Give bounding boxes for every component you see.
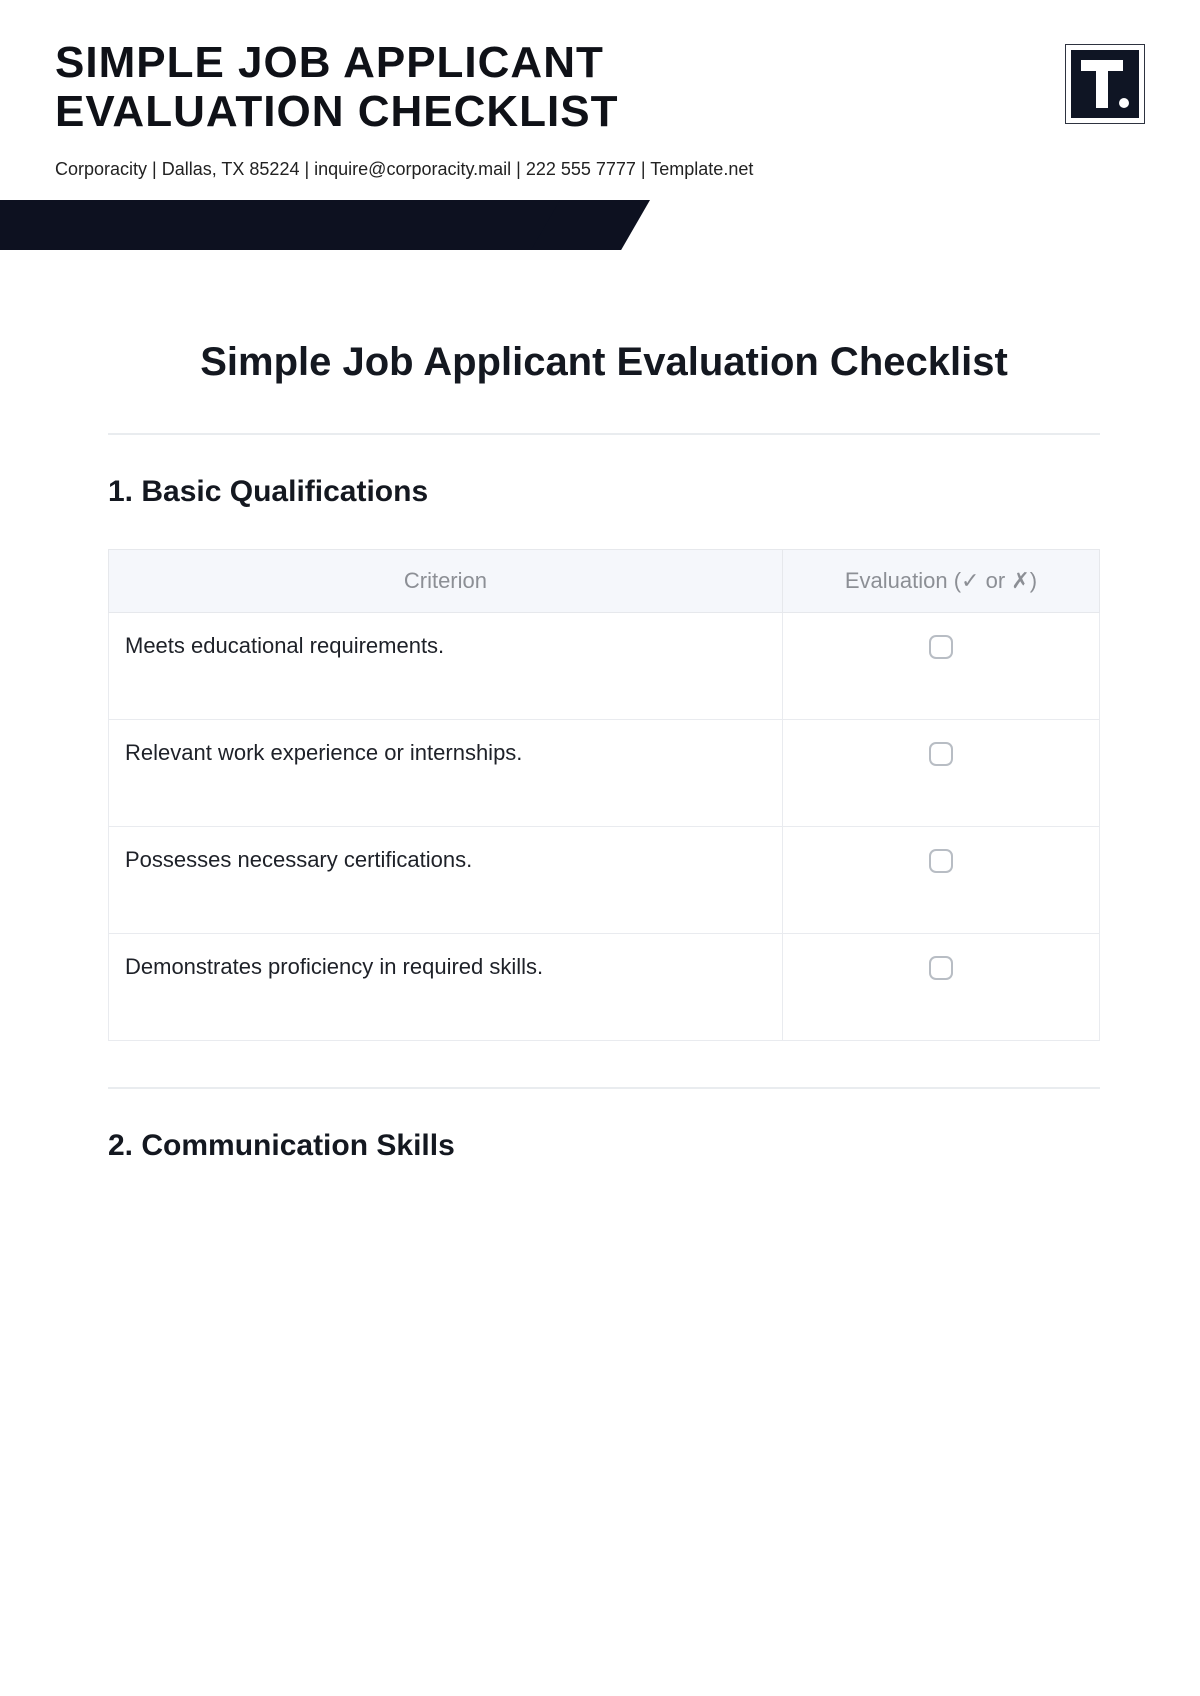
section-title: 2. Communication Skills (108, 1129, 1100, 1163)
checkbox-icon[interactable] (929, 742, 953, 766)
section-name: Communication Skills (141, 1129, 454, 1162)
logo-dot-icon (1119, 98, 1129, 108)
column-header-evaluation: Evaluation (✓ or ✗) (782, 549, 1099, 612)
criterion-cell: Meets educational requirements. (109, 612, 783, 719)
table-row: Possesses necessary certifications. (109, 826, 1100, 933)
main-title: SIMPLE JOB APPLICANT EVALUATION CHECKLIS… (55, 38, 753, 137)
divider (108, 1087, 1100, 1089)
evaluation-cell (782, 933, 1099, 1040)
table-row: Relevant work experience or internships. (109, 719, 1100, 826)
section-communication-skills: 2. Communication Skills (108, 1129, 1100, 1163)
section-title: 1. Basic Qualifications (108, 475, 1100, 509)
brand-logo-inner (1071, 50, 1139, 118)
table-row: Demonstrates proficiency in required ski… (109, 933, 1100, 1040)
column-header-criterion: Criterion (109, 549, 783, 612)
evaluation-cell (782, 612, 1099, 719)
logo-letter-t-stem-icon (1096, 60, 1108, 108)
header-contact-line: Corporacity | Dallas, TX 85224 | inquire… (55, 159, 753, 180)
header-band-fill (0, 200, 620, 250)
table-header-row: Criterion Evaluation (✓ or ✗) (109, 549, 1100, 612)
section-basic-qualifications: 1. Basic Qualifications Criterion Evalua… (108, 475, 1100, 1041)
section-name: Basic Qualifications (141, 475, 428, 508)
header-band-angle (531, 200, 1200, 250)
evaluation-cell (782, 826, 1099, 933)
criterion-cell: Demonstrates proficiency in required ski… (109, 933, 783, 1040)
criterion-cell: Possesses necessary certifications. (109, 826, 783, 933)
section-number: 1. (108, 475, 133, 508)
criterion-cell: Relevant work experience or internships. (109, 719, 783, 826)
section-number: 2. (108, 1129, 133, 1162)
header-band (0, 200, 1200, 250)
divider (108, 433, 1100, 435)
checkbox-icon[interactable] (929, 956, 953, 980)
document-heading: Simple Job Applicant Evaluation Checklis… (108, 340, 1100, 385)
page-header: SIMPLE JOB APPLICANT EVALUATION CHECKLIS… (0, 0, 1200, 180)
evaluation-cell (782, 719, 1099, 826)
title-block: SIMPLE JOB APPLICANT EVALUATION CHECKLIS… (55, 38, 753, 180)
table-row: Meets educational requirements. (109, 612, 1100, 719)
qualifications-table: Criterion Evaluation (✓ or ✗) Meets educ… (108, 549, 1100, 1041)
title-line-2: EVALUATION CHECKLIST (55, 87, 618, 136)
checkbox-icon[interactable] (929, 849, 953, 873)
header-top-row: SIMPLE JOB APPLICANT EVALUATION CHECKLIS… (55, 38, 1145, 180)
title-line-1: SIMPLE JOB APPLICANT (55, 38, 604, 87)
checkbox-icon[interactable] (929, 635, 953, 659)
document-body: Simple Job Applicant Evaluation Checklis… (0, 250, 1200, 1163)
brand-logo (1065, 44, 1145, 124)
